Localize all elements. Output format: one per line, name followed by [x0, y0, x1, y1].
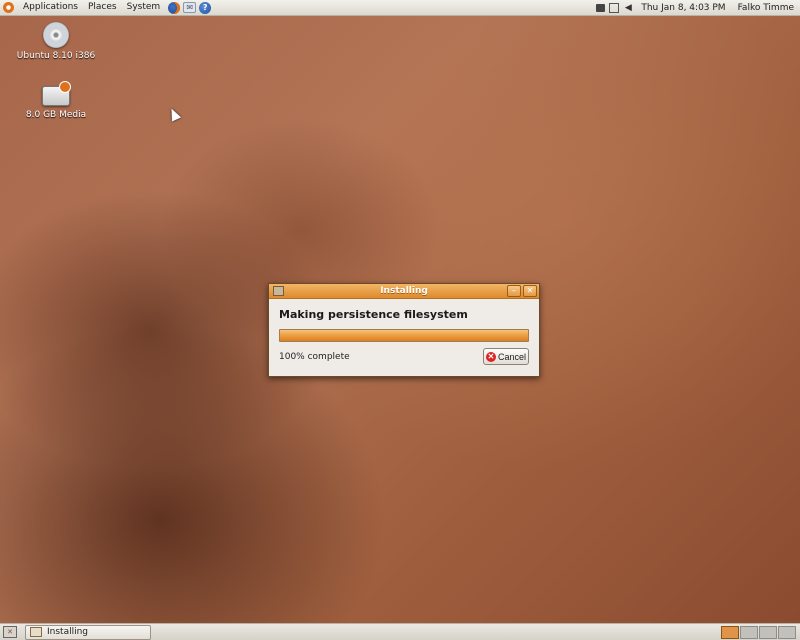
- dialog-bottom-row: 100% complete ✕ Cancel: [279, 348, 529, 365]
- desktop-icon-label: 8.0 GB Media: [25, 110, 87, 120]
- menu-places[interactable]: Places: [83, 0, 122, 15]
- bottom-panel: ✕ Installing: [0, 623, 800, 640]
- workspace-3[interactable]: [759, 625, 777, 639]
- workspace-4[interactable]: [778, 625, 796, 639]
- help-launcher-icon[interactable]: ?: [199, 1, 212, 14]
- menu-system[interactable]: System: [122, 0, 166, 15]
- display-tray-icon[interactable]: [596, 3, 606, 12]
- volume-tray-icon[interactable]: ◀: [623, 3, 633, 13]
- workspace-1[interactable]: [721, 625, 739, 639]
- window-controls: – ✕: [505, 285, 537, 297]
- network-tray-icon[interactable]: [609, 2, 620, 13]
- dialog-body: Making persistence filesystem 100% compl…: [269, 299, 539, 365]
- cancel-button[interactable]: ✕ Cancel: [483, 348, 529, 365]
- cancel-label: Cancel: [497, 351, 526, 362]
- mouse-cursor-icon: [166, 106, 182, 122]
- workspace-2[interactable]: [740, 625, 758, 639]
- progress-text: 100% complete: [279, 351, 350, 362]
- cd-icon: [43, 22, 69, 48]
- dialog-title: Installing: [380, 286, 428, 296]
- top-panel-left: Applications Places System ✉ ?: [0, 0, 212, 15]
- mail-launcher-icon[interactable]: ✉: [183, 2, 197, 13]
- clock[interactable]: Thu Jan 8, 4:03 PM: [635, 3, 731, 13]
- desktop-icon-usb-media[interactable]: 8.0 GB Media: [16, 81, 96, 120]
- workspace-switcher: [720, 625, 796, 639]
- menu-applications[interactable]: Applications: [18, 0, 83, 15]
- user-switcher[interactable]: Falko Timme: [732, 3, 796, 13]
- desktop-icon-ubuntu-cd[interactable]: Ubuntu 8.10 i386: [16, 22, 96, 61]
- usb-drive-icon: [42, 81, 71, 106]
- installing-dialog: Installing – ✕ Making persistence filesy…: [268, 283, 540, 377]
- firefox-launcher-icon[interactable]: [168, 1, 181, 14]
- progress-bar: [279, 329, 529, 342]
- desktop-icon-label: Ubuntu 8.10 i386: [16, 51, 96, 61]
- dialog-titlebar[interactable]: Installing – ✕: [269, 284, 539, 299]
- minimize-button[interactable]: –: [507, 285, 521, 297]
- taskbar-item-installing[interactable]: Installing: [25, 624, 151, 640]
- cancel-icon: ✕: [485, 351, 496, 362]
- window-icon: [30, 627, 42, 637]
- progress-fill: [280, 330, 528, 341]
- taskbar-item-label: Installing: [47, 627, 89, 637]
- ubuntu-logo-icon[interactable]: [3, 2, 14, 13]
- show-desktop-icon[interactable]: ✕: [3, 626, 17, 638]
- dialog-heading: Making persistence filesystem: [279, 308, 468, 321]
- top-panel: Applications Places System ✉ ? ◀ Thu Jan…: [0, 0, 800, 16]
- close-button[interactable]: ✕: [523, 285, 537, 297]
- top-panel-right: ◀ Thu Jan 8, 4:03 PM Falko Timme: [594, 0, 800, 15]
